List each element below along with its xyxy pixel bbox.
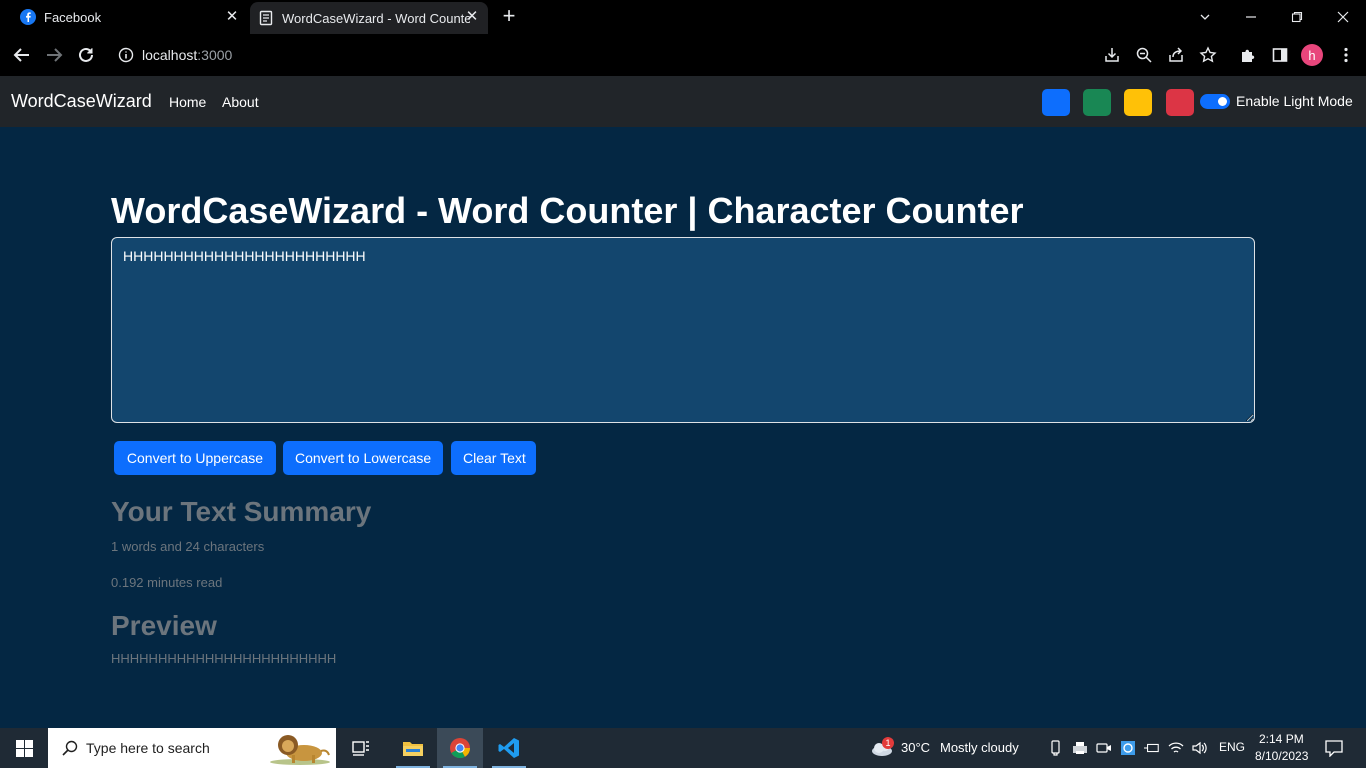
share-icon[interactable] bbox=[1164, 43, 1188, 67]
back-arrow-icon[interactable] bbox=[10, 43, 34, 67]
vscode-icon[interactable] bbox=[486, 728, 532, 768]
weather-badge: 1 bbox=[882, 737, 894, 749]
document-icon bbox=[258, 10, 274, 26]
nav-link-about[interactable]: About bbox=[222, 94, 259, 110]
preview-heading: Preview bbox=[111, 610, 217, 641]
printer-icon[interactable] bbox=[1072, 740, 1088, 756]
weather-description[interactable]: Mostly cloudy bbox=[940, 740, 1019, 755]
reload-icon[interactable] bbox=[74, 43, 98, 67]
summary-heading: Your Text Summary bbox=[111, 496, 372, 527]
windows-taskbar: Type here to search 1 30°C Mostly cloudy bbox=[0, 728, 1366, 768]
theme-swatch-green[interactable] bbox=[1083, 89, 1111, 116]
theme-swatch-blue[interactable] bbox=[1042, 89, 1070, 116]
wifi-icon[interactable] bbox=[1168, 740, 1184, 756]
site-info-icon[interactable] bbox=[118, 47, 134, 63]
summary-read-time: 0.192 minutes read bbox=[111, 575, 223, 590]
page-title: WordCaseWizard - Word Counter | Characte… bbox=[111, 190, 1024, 231]
navbar-brand[interactable]: WordCaseWizard bbox=[11, 91, 152, 112]
install-app-icon[interactable] bbox=[1100, 43, 1124, 67]
file-explorer-icon[interactable] bbox=[390, 728, 436, 768]
tab-wordcasewizard[interactable]: WordCaseWizard - Word Counter ✕ bbox=[250, 2, 488, 34]
preview-text: HHHHHHHHHHHHHHHHHHHHHHHH bbox=[111, 651, 337, 666]
tab-facebook[interactable]: Facebook ✕ bbox=[12, 2, 248, 32]
address-bar[interactable]: localhost:3000 bbox=[110, 40, 1090, 70]
search-icon bbox=[62, 740, 78, 756]
forward-arrow-icon[interactable] bbox=[42, 43, 66, 67]
nav-link-home[interactable]: Home bbox=[169, 94, 206, 110]
app-navbar: WordCaseWizard Home About bbox=[0, 76, 1366, 127]
battery-plug-icon[interactable] bbox=[1144, 740, 1160, 756]
address-host: localhost bbox=[142, 47, 198, 63]
theme-swatch-red[interactable] bbox=[1166, 89, 1194, 116]
notification-center-icon[interactable] bbox=[1325, 739, 1343, 757]
tab-title: WordCaseWizard - Word Counter bbox=[282, 10, 470, 26]
bookmark-star-icon[interactable] bbox=[1196, 43, 1220, 67]
close-window-button[interactable] bbox=[1320, 0, 1366, 34]
new-tab-button[interactable]: + bbox=[498, 5, 520, 28]
clock-time[interactable]: 2:14 PM bbox=[1259, 732, 1304, 746]
light-mode-label: Enable Light Mode bbox=[1236, 93, 1353, 109]
browser-toolbar: localhost:3000 bbox=[0, 34, 1366, 76]
tab-title: Facebook bbox=[44, 9, 102, 25]
clear-text-button[interactable]: Clear Text bbox=[451, 441, 536, 475]
close-tab-icon[interactable]: ✕ bbox=[224, 9, 240, 25]
light-mode-toggle[interactable] bbox=[1200, 94, 1230, 109]
security-app-icon[interactable] bbox=[1120, 740, 1136, 756]
restore-button[interactable] bbox=[1274, 0, 1320, 34]
pen-icon[interactable] bbox=[1048, 740, 1064, 756]
theme-swatch-yellow[interactable] bbox=[1124, 89, 1152, 116]
chrome-taskbar-icon[interactable] bbox=[437, 728, 483, 768]
tab-search-icon[interactable] bbox=[1182, 0, 1228, 34]
facebook-icon bbox=[20, 9, 36, 25]
side-panel-icon[interactable] bbox=[1268, 43, 1292, 67]
windows-start-icon[interactable] bbox=[0, 728, 48, 768]
address-port: :3000 bbox=[197, 47, 233, 63]
convert-uppercase-button[interactable]: Convert to Uppercase bbox=[114, 441, 276, 475]
close-tab-icon[interactable]: ✕ bbox=[464, 9, 480, 25]
browser-tab-strip: Facebook ✕ WordCaseWizard - Word Counter… bbox=[0, 0, 1366, 34]
search-placeholder: Type here to search bbox=[86, 740, 210, 756]
summary-counts: 1 words and 24 characters bbox=[111, 539, 265, 554]
clock-date[interactable]: 8/10/2023 bbox=[1255, 749, 1308, 763]
language-indicator[interactable]: ENG bbox=[1219, 740, 1245, 754]
minimize-button[interactable] bbox=[1228, 0, 1274, 34]
zoom-icon[interactable] bbox=[1132, 43, 1156, 67]
task-view-icon[interactable] bbox=[338, 728, 384, 768]
toggle-knob bbox=[1218, 97, 1227, 106]
profile-avatar[interactable]: h bbox=[1301, 44, 1323, 66]
meet-now-icon[interactable] bbox=[1096, 740, 1112, 756]
extensions-puzzle-icon[interactable] bbox=[1236, 43, 1260, 67]
lion-illustration-icon bbox=[268, 731, 332, 765]
convert-lowercase-button[interactable]: Convert to Lowercase bbox=[283, 441, 443, 475]
taskbar-search-box[interactable]: Type here to search bbox=[48, 728, 336, 768]
weather-temperature[interactable]: 30°C bbox=[901, 740, 930, 755]
menu-kebab-icon[interactable] bbox=[1334, 43, 1358, 67]
text-input[interactable] bbox=[111, 237, 1255, 423]
volume-icon[interactable] bbox=[1192, 740, 1208, 756]
